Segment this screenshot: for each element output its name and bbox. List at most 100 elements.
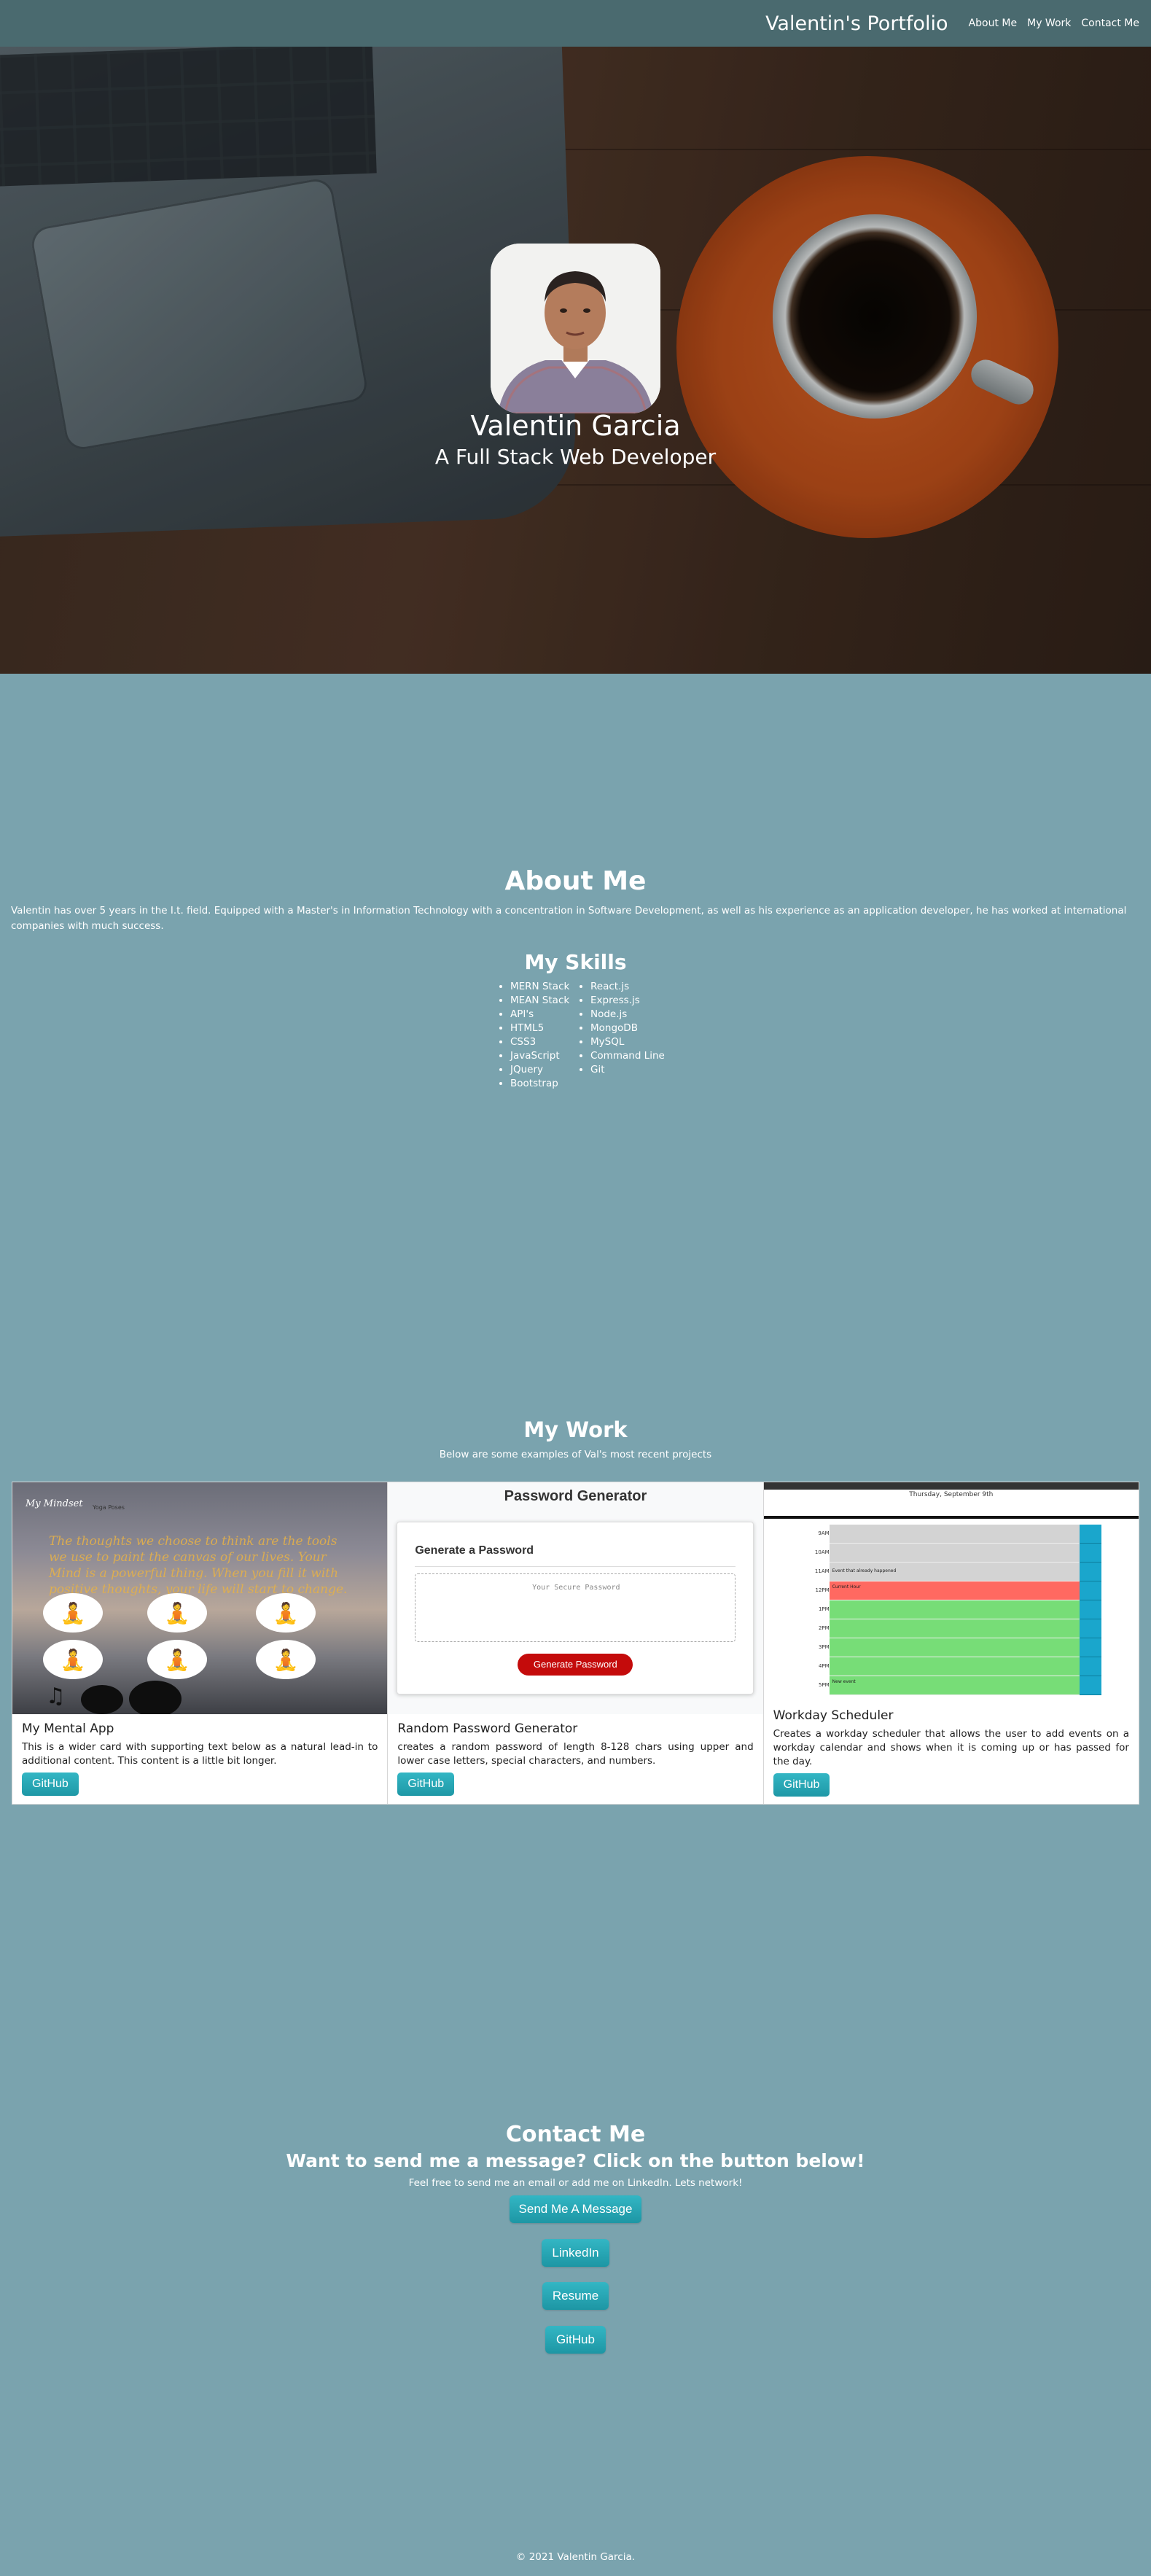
yoga-pose-icon: 🧘	[147, 1640, 207, 1679]
skill-item: Express.js	[590, 994, 665, 1008]
password-app-heading: Password Generator	[504, 1488, 647, 1504]
music-note-icon: ♫	[46, 1684, 66, 1709]
skill-item: JQuery	[510, 1063, 579, 1077]
work-heading: My Work	[523, 1417, 628, 1442]
skills-list: MERN Stack MEAN Stack API's HTML5 CSS3 J…	[499, 980, 665, 1091]
hour-label: 5PM	[818, 1682, 830, 1688]
hero-subtitle: A Full Stack Web Developer	[434, 445, 717, 469]
hour-label: 12PM	[815, 1587, 830, 1593]
project-card-password-generator: Password Generator Generate a Password Y…	[388, 1482, 764, 1804]
github-button-workday-scheduler[interactable]: GitHub	[773, 1773, 830, 1797]
hour-label: 10AM	[814, 1549, 830, 1555]
save-icon	[1079, 1638, 1101, 1657]
resume-button[interactable]: Resume	[542, 2282, 609, 2310]
time-block-future	[829, 1638, 1080, 1657]
mental-app-nav: Yoga Poses	[93, 1504, 125, 1511]
hour-label: 9AM	[818, 1530, 830, 1536]
card-text: This is a wider card with supporting tex…	[22, 1741, 378, 1767]
hour-label: 3PM	[818, 1644, 830, 1650]
time-block-future	[829, 1619, 1080, 1638]
linkedin-button[interactable]: LinkedIn	[542, 2239, 609, 2267]
card-text: creates a random password of length 8-12…	[397, 1741, 754, 1767]
hour-label: 1PM	[818, 1606, 830, 1612]
navbar: Valentin's Portfolio About Me My Work Co…	[0, 0, 1151, 47]
scheduler-app-screenshot: Thursday, September 9th 9AM 10AM 11AM Ev…	[763, 1482, 1139, 1701]
about-text: Valentin has over 5 years in the I.t. fi…	[11, 905, 1127, 932]
event-text: New event	[832, 1679, 856, 1684]
password-placeholder: Your Secure Password	[532, 1584, 620, 1592]
yoga-pose-icon: 🧘	[43, 1593, 103, 1633]
contact-note: Feel free to send me an email or add me …	[408, 2177, 743, 2189]
skills-heading: My Skills	[524, 950, 627, 974]
skill-item: MEAN Stack	[510, 994, 579, 1008]
skill-item: Command Line	[590, 1049, 665, 1063]
project-card-mental-app: My Mindset Yoga Poses The thoughts we ch…	[12, 1482, 389, 1804]
brand-title[interactable]: Valentin's Portfolio	[765, 12, 948, 35]
password-app-card: Generate a Password Your Secure Password…	[397, 1522, 754, 1694]
github-button-mental-app[interactable]: GitHub	[22, 1773, 79, 1796]
skill-item: MERN Stack	[510, 980, 579, 994]
skill-item: JavaScript	[510, 1049, 579, 1063]
password-app-screenshot: Password Generator Generate a Password Y…	[388, 1482, 763, 1714]
play-icon	[129, 1681, 182, 1714]
skill-item: MongoDB	[590, 1022, 665, 1035]
mental-app-screenshot: My Mindset Yoga Poses The thoughts we ch…	[12, 1482, 388, 1714]
time-block-future	[829, 1657, 1080, 1676]
save-icon	[1079, 1544, 1101, 1563]
nav-link-work[interactable]: My Work	[1027, 17, 1071, 29]
card-body: Workday Scheduler Creates a workday sche…	[764, 1701, 1139, 1797]
event-text: Current Hour	[832, 1584, 861, 1589]
save-icon	[1079, 1657, 1101, 1676]
card-body: My Mental App This is a wider card with …	[12, 1714, 387, 1796]
mental-app-quote: The thoughts we choose to think are the …	[49, 1534, 348, 1597]
skill-item: Node.js	[590, 1008, 665, 1022]
card-title: My Mental App	[22, 1721, 114, 1736]
card-title: Random Password Generator	[397, 1721, 578, 1736]
generate-password-button: Generate Password	[518, 1654, 633, 1676]
skills-column-1: MERN Stack MEAN Stack API's HTML5 CSS3 J…	[499, 980, 579, 1091]
project-card-group: My Mindset Yoga Poses The thoughts we ch…	[12, 1482, 1139, 1805]
work-subtitle: Below are some examples of Val's most re…	[439, 1449, 712, 1460]
skills-column-2: React.js Express.js Node.js MongoDB MySQ…	[579, 980, 665, 1091]
contact-subtitle: Want to send me a message? Click on the …	[286, 2150, 865, 2171]
send-message-button[interactable]: Send Me A Message	[510, 2195, 641, 2223]
mental-app-logo: My Mindset	[26, 1498, 83, 1509]
yoga-pose-icon: 🧘	[147, 1593, 207, 1633]
nav-link-about[interactable]: About Me	[969, 17, 1018, 29]
card-title: Workday Scheduler	[773, 1708, 894, 1723]
github-button-password-generator[interactable]: GitHub	[397, 1773, 455, 1796]
time-block-present	[829, 1581, 1080, 1600]
save-icon	[1079, 1619, 1101, 1638]
yoga-pose-icon: 🧘	[256, 1593, 316, 1633]
time-block-past	[829, 1544, 1080, 1563]
skill-item: API's	[510, 1008, 579, 1022]
profile-photo	[491, 244, 660, 413]
profile-photo-svg	[491, 244, 660, 413]
skill-item: Git	[590, 1063, 665, 1077]
hour-label: 2PM	[818, 1625, 830, 1631]
browser-bar	[763, 1482, 1139, 1490]
footer-copyright: © 2021 Valentin Garcia.	[515, 2551, 636, 2563]
skill-item: MySQL	[590, 1035, 665, 1049]
divider	[763, 1516, 1139, 1519]
hero-section: Valentin Garcia A Full Stack Web Develop…	[0, 47, 1151, 674]
save-icon	[1079, 1676, 1101, 1695]
card-body: Random Password Generator creates a rand…	[388, 1714, 762, 1796]
contact-heading: Contact Me	[505, 2122, 646, 2147]
password-card-heading: Generate a Password	[415, 1544, 534, 1557]
hour-label: 4PM	[818, 1663, 830, 1669]
nav-link-contact[interactable]: Contact Me	[1081, 17, 1139, 29]
time-block-future	[829, 1676, 1080, 1695]
scheduler-date: Thursday, September 9th	[909, 1491, 994, 1498]
hour-label: 11AM	[814, 1568, 830, 1574]
save-icon	[1079, 1581, 1101, 1600]
github-button-contact[interactable]: GitHub	[545, 2326, 606, 2354]
skill-item: HTML5	[510, 1022, 579, 1035]
about-heading: About Me	[504, 866, 647, 896]
skill-item: Bootstrap	[510, 1077, 579, 1091]
save-icon	[1079, 1525, 1101, 1544]
yoga-pose-icon: 🧘	[256, 1640, 316, 1679]
divider	[415, 1566, 736, 1567]
time-block-future	[829, 1600, 1080, 1619]
pause-icon	[81, 1685, 123, 1714]
